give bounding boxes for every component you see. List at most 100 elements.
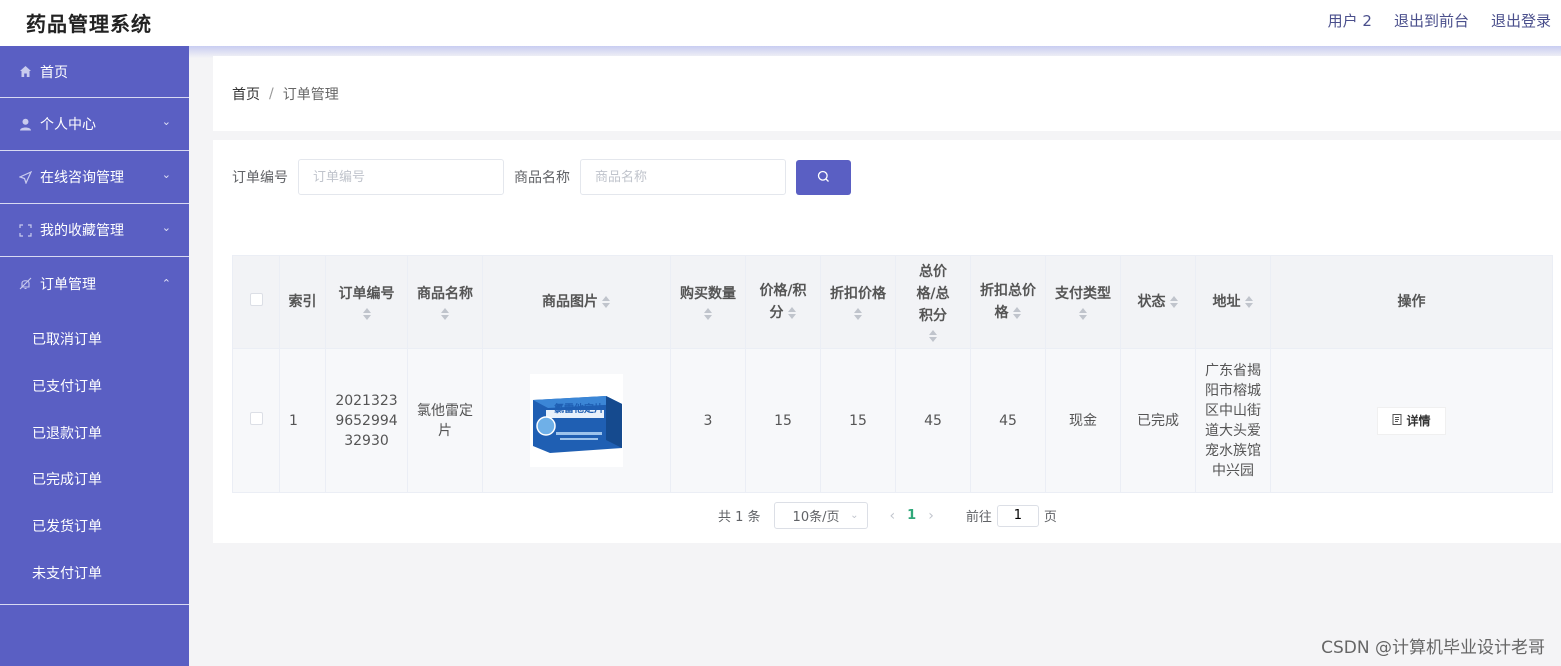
cell-qty: 3 — [670, 348, 746, 493]
submenu-refunded-orders[interactable]: 已退款订单 — [0, 409, 189, 456]
col-total-label: 总价格/总积分 — [916, 264, 950, 324]
sidebar: 首页 个人中心 ⌄ 在线咨询管理 ⌄ 我的收藏管理 ⌄ 订单管理 ⌃ 已取消订单… — [0, 46, 189, 666]
sidebar-item-label: 订单管理 — [40, 276, 96, 293]
fullscreen-icon — [18, 223, 32, 237]
sidebar-item-label: 首页 — [40, 64, 68, 81]
row-checkbox[interactable] — [249, 411, 263, 425]
col-index-label: 索引 — [288, 294, 317, 310]
submenu-paid-orders[interactable]: 已支付订单 — [0, 363, 189, 410]
prev-page-icon[interactable]: ‹ — [890, 508, 896, 524]
main-panel: 订单编号 商品名称 索引 订单编号 商品名称 商 — [213, 140, 1561, 543]
back-to-front-link[interactable]: 退出到前台 — [1394, 10, 1469, 31]
breadcrumb-home[interactable]: 首页 — [232, 84, 260, 104]
search-bar: 订单编号 商品名称 — [232, 159, 851, 195]
breadcrumb-separator: / — [269, 85, 274, 102]
sort-icon[interactable] — [928, 329, 938, 343]
col-qty[interactable]: 购买数量 — [670, 255, 746, 349]
sort-icon[interactable] — [1244, 295, 1254, 309]
table-header-row: 索引 订单编号 商品名称 商品图片 购买数量 价格/积分 折扣价格 总价格/总积… — [232, 255, 1553, 349]
col-image[interactable]: 商品图片 — [482, 255, 671, 349]
col-pay-type[interactable]: 支付类型 — [1045, 255, 1121, 349]
submenu-unpaid-orders[interactable]: 未支付订单 — [0, 549, 189, 596]
sort-icon[interactable] — [1012, 306, 1022, 320]
sort-icon[interactable] — [787, 306, 797, 320]
goto-label: 前往 — [965, 510, 992, 525]
select-all-cell — [232, 255, 280, 349]
product-name-input[interactable] — [580, 159, 786, 195]
cell-ops: 详情 — [1270, 348, 1553, 493]
col-pay-type-label: 支付类型 — [1055, 286, 1111, 302]
logout-link[interactable]: 退出登录 — [1491, 10, 1551, 31]
sort-icon[interactable] — [601, 295, 611, 309]
page-size-value: 10条/页 — [792, 510, 840, 525]
product-image[interactable]: 氯雷他定片 — [530, 374, 623, 467]
orders-table: 索引 订单编号 商品名称 商品图片 购买数量 价格/积分 折扣价格 总价格/总积… — [232, 255, 1553, 493]
cell-discount-total: 45 — [970, 348, 1046, 493]
sort-icon[interactable] — [703, 307, 713, 321]
cell-image: 氯雷他定片 — [482, 348, 671, 493]
col-price[interactable]: 价格/积分 — [745, 255, 821, 349]
detail-button[interactable]: 详情 — [1377, 406, 1446, 435]
table-row: 1 2021323965299432930 氯他雷定片 氯雷他定片 3 15 1… — [232, 348, 1553, 493]
col-order-no[interactable]: 订单编号 — [325, 255, 408, 349]
submenu-shipped-orders[interactable]: 已发货订单 — [0, 503, 189, 550]
col-price-label: 价格/积分 — [759, 283, 807, 321]
search-button[interactable] — [796, 159, 851, 195]
next-page-icon[interactable]: › — [928, 508, 934, 524]
col-discount-total-label: 折扣总价格 — [980, 283, 1036, 321]
home-icon — [18, 65, 32, 79]
col-name-label: 商品名称 — [417, 286, 473, 302]
order-no-label: 订单编号 — [232, 170, 288, 186]
col-discount-label: 折扣价格 — [830, 286, 886, 302]
sidebar-item-label: 个人中心 — [40, 117, 96, 133]
select-all-checkbox[interactable] — [249, 293, 263, 306]
col-total[interactable]: 总价格/总积分 — [895, 255, 971, 349]
col-index: 索引 — [279, 255, 326, 349]
detail-button-label: 详情 — [1406, 413, 1431, 428]
page-size-select[interactable]: 10条/页 ⌄ — [773, 502, 868, 529]
chevron-down-icon: ⌄ — [850, 510, 859, 521]
sort-icon[interactable] — [853, 307, 863, 321]
goto-page-input[interactable] — [996, 504, 1039, 527]
sidebar-item-home[interactable]: 首页 — [0, 46, 189, 98]
col-discount[interactable]: 折扣价格 — [820, 255, 896, 349]
col-address-label: 地址 — [1212, 294, 1241, 310]
col-status-label: 状态 — [1137, 294, 1166, 310]
cell-pay-type: 现金 — [1045, 348, 1121, 493]
user-icon — [18, 117, 32, 131]
app-title: 药品管理系统 — [26, 12, 152, 36]
sidebar-item-personal-center[interactable]: 个人中心 ⌄ — [0, 98, 189, 151]
sidebar-item-label: 我的收藏管理 — [40, 223, 124, 239]
col-ops-label: 操作 — [1397, 294, 1426, 310]
col-discount-total[interactable]: 折扣总价格 — [970, 255, 1046, 349]
sort-icon[interactable] — [362, 307, 372, 321]
cell-total: 45 — [895, 348, 971, 493]
sort-icon[interactable] — [1078, 307, 1088, 321]
page-number-current[interactable]: 1 — [907, 508, 916, 523]
cell-index: 1 — [279, 348, 326, 493]
cell-price: 15 — [745, 348, 821, 493]
chevron-down-icon: ⌄ — [161, 221, 171, 234]
col-address[interactable]: 地址 — [1195, 255, 1271, 349]
current-user[interactable]: 用户 2 — [1328, 10, 1372, 31]
cell-address: 广东省揭阳市榕城区中山街道大头爱宠水族馆中兴园 — [1195, 348, 1271, 493]
breadcrumb-current: 订单管理 — [282, 86, 339, 103]
sort-icon[interactable] — [440, 307, 450, 321]
product-image-caption: 氯雷他定片 — [554, 404, 604, 415]
col-name[interactable]: 商品名称 — [407, 255, 483, 349]
sidebar-item-orders[interactable]: 订单管理 ⌃ — [0, 257, 189, 310]
submenu-cancelled-orders[interactable]: 已取消订单 — [0, 316, 189, 363]
col-status[interactable]: 状态 — [1120, 255, 1196, 349]
order-no-input[interactable] — [298, 159, 504, 195]
top-header: 药品管理系统 用户 2 退出到前台 退出登录 — [0, 0, 1561, 46]
sidebar-item-favorites[interactable]: 我的收藏管理 ⌄ — [0, 204, 189, 257]
cell-status: 已完成 — [1120, 348, 1196, 493]
row-select-cell — [232, 348, 280, 493]
search-icon — [817, 168, 830, 187]
submenu-completed-orders[interactable]: 已完成订单 — [0, 456, 189, 503]
watermark: CSDN @计算机毕业设计老哥 — [1321, 638, 1545, 658]
product-name-label: 商品名称 — [514, 170, 570, 186]
send-icon — [18, 170, 32, 184]
sort-icon[interactable] — [1169, 295, 1179, 309]
sidebar-item-consult[interactable]: 在线咨询管理 ⌄ — [0, 151, 189, 204]
